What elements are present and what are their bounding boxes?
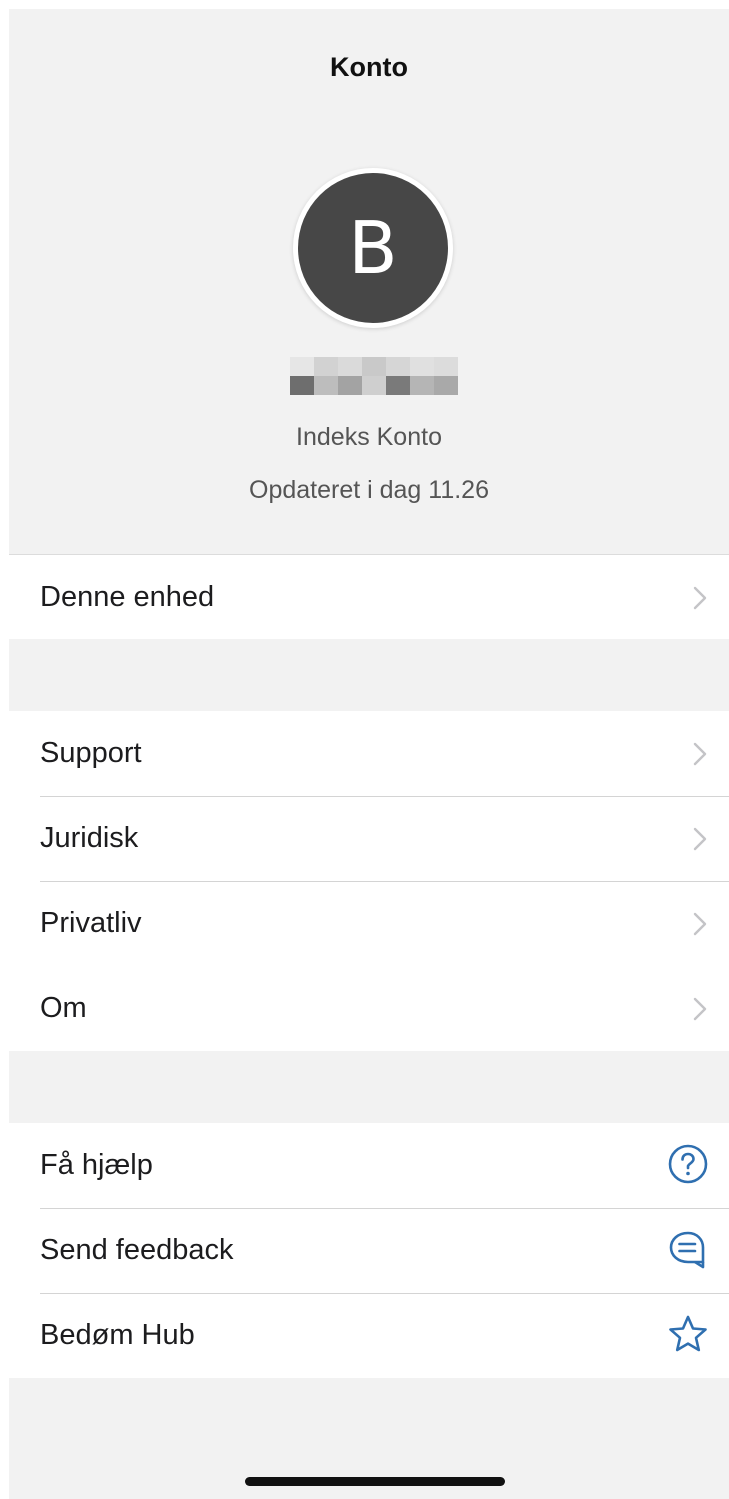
chevron-right-icon <box>693 586 707 610</box>
row-label: Support <box>40 737 142 769</box>
row-label: Om <box>40 992 87 1024</box>
row-support[interactable]: Support <box>9 711 729 796</box>
account-type: Indeks Konto <box>296 423 442 451</box>
star-icon <box>669 1315 707 1352</box>
chevron-right-icon <box>693 997 707 1021</box>
redacted-user-name <box>290 357 458 395</box>
row-label: Bedøm Hub <box>40 1319 195 1351</box>
device-group: Denne enhed <box>9 555 729 639</box>
account-header: Konto B Indeks Konto Opdateret i dag 11.… <box>9 9 729 555</box>
avatar-initial: B <box>298 173 448 323</box>
row-rate-hub[interactable]: Bedøm Hub <box>9 1293 729 1378</box>
chevron-right-icon <box>693 912 707 936</box>
help-group: Få hjælp Send feedback Bedøm Hub <box>9 1123 729 1378</box>
page-title: Konto <box>330 52 408 82</box>
row-label: Få hjælp <box>40 1149 153 1181</box>
row-about[interactable]: Om <box>9 966 729 1051</box>
row-send-feedback[interactable]: Send feedback <box>9 1208 729 1293</box>
row-get-help[interactable]: Få hjælp <box>9 1123 729 1208</box>
chat-bubble-icon <box>669 1231 705 1269</box>
row-label: Juridisk <box>40 822 139 854</box>
home-indicator <box>245 1477 505 1486</box>
last-updated: Opdateret i dag 11.26 <box>249 476 489 504</box>
row-label: Denne enhed <box>40 581 215 613</box>
help-circle-icon <box>668 1144 708 1184</box>
chevron-right-icon <box>693 827 707 851</box>
chevron-right-icon <box>693 742 707 766</box>
avatar: B <box>293 168 453 328</box>
row-legal[interactable]: Juridisk <box>9 796 729 881</box>
row-privacy[interactable]: Privatliv <box>9 881 729 966</box>
account-screen: Konto B Indeks Konto Opdateret i dag 11.… <box>9 9 729 1499</box>
row-this-device[interactable]: Denne enhed <box>9 555 729 640</box>
row-label: Privatliv <box>40 907 142 939</box>
row-label: Send feedback <box>40 1234 234 1266</box>
info-group: Support Juridisk Privatliv Om <box>9 711 729 1051</box>
